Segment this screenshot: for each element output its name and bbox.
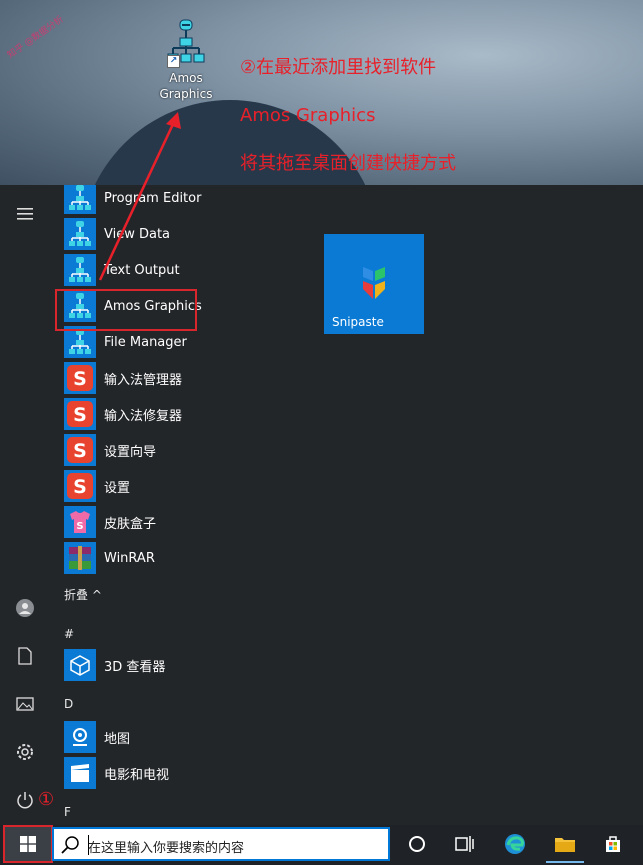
app-item[interactable]: S 输入法管理器 xyxy=(64,361,294,395)
cortana-icon[interactable] xyxy=(404,831,430,857)
app-item[interactable]: Program Editor xyxy=(64,185,294,215)
app-label: View Data xyxy=(104,226,171,242)
app-item[interactable]: View Data xyxy=(64,217,294,251)
sogou-icon: S xyxy=(64,362,96,394)
svg-text:S: S xyxy=(73,368,87,390)
tile-snipaste[interactable]: Snipaste xyxy=(324,234,424,334)
amos-tree-icon xyxy=(64,185,96,214)
app-item-3d-viewer[interactable]: 3D 查看器 xyxy=(64,648,294,682)
app-label: WinRAR xyxy=(104,550,155,566)
sogou-icon: S xyxy=(64,398,96,430)
edge-browser-icon[interactable] xyxy=(502,831,528,857)
winrar-icon xyxy=(64,542,96,574)
app-label: Text Output xyxy=(104,262,180,278)
amos-tree-icon: ↗ xyxy=(163,18,209,70)
desktop-background: 知乎 @数据分析 ↗ Amos Graphics ②在最近添加里找到软件 Amo… xyxy=(0,0,643,185)
microsoft-store-icon[interactable] xyxy=(600,831,626,857)
app-label: File Manager xyxy=(104,334,187,350)
instruction-annotation: ②在最近添加里找到软件 Amos Graphics 将其拖至桌面创建快捷方式 xyxy=(240,32,456,185)
collapse-button[interactable]: 折叠 ^ xyxy=(64,586,102,603)
cube-3d-icon xyxy=(64,649,96,681)
watermark: 知乎 @数据分析 xyxy=(5,14,66,61)
app-item[interactable]: WinRAR xyxy=(64,541,294,575)
section-header-f[interactable]: F xyxy=(64,805,71,819)
search-icon xyxy=(61,836,79,854)
amos-tree-icon xyxy=(64,218,96,250)
app-label: Program Editor xyxy=(104,190,202,206)
amos-graphics-highlight-box xyxy=(55,289,197,331)
start-menu: ① 折叠 ^ # 3D 查看器 D 地图 电影和电视 F Program Edi… xyxy=(0,185,643,825)
app-label: 地图 xyxy=(104,731,131,747)
hamburger-menu-icon[interactable] xyxy=(10,199,40,229)
clapperboard-icon xyxy=(64,757,96,789)
annotation-line-1: ②在最近添加里找到软件 xyxy=(240,57,437,78)
desktop-icon-label-2: Graphics xyxy=(159,87,213,101)
pictures-icon[interactable] xyxy=(10,689,40,719)
start-button[interactable] xyxy=(3,825,53,863)
app-label: 设置向导 xyxy=(104,444,157,460)
sogou-icon: S xyxy=(64,434,96,466)
shortcut-arrow-icon: ↗ xyxy=(167,55,180,68)
app-item[interactable]: S 设置向导 xyxy=(64,433,294,467)
app-label: 设置 xyxy=(104,480,131,496)
amos-tree-icon xyxy=(64,254,96,286)
app-item[interactable]: Text Output xyxy=(64,253,294,287)
annotation-line-2: Amos Graphics xyxy=(240,105,376,126)
sogou-icon: S xyxy=(64,470,96,502)
app-item[interactable]: S 设置 xyxy=(64,469,294,503)
section-header-d[interactable]: D xyxy=(64,697,73,711)
settings-gear-icon[interactable] xyxy=(10,737,40,767)
app-item[interactable]: S 输入法修复器 xyxy=(64,397,294,431)
windows-logo-icon xyxy=(20,836,36,852)
section-header-hash[interactable]: # xyxy=(64,627,74,641)
taskbar-search-box[interactable]: 在这里输入你要搜索的内容 xyxy=(52,827,390,861)
app-label: 输入法修复器 xyxy=(104,408,183,424)
maps-camera-icon xyxy=(64,721,96,753)
task-view-icon[interactable] xyxy=(452,831,478,857)
power-icon[interactable] xyxy=(10,785,40,815)
documents-icon[interactable] xyxy=(10,641,40,671)
taskbar: 在这里输入你要搜索的内容 xyxy=(0,825,643,865)
desktop-shortcut-amos-graphics[interactable]: ↗ Amos Graphics xyxy=(158,18,214,102)
app-item[interactable]: S 皮肤盒子 xyxy=(64,505,294,539)
user-account-icon[interactable] xyxy=(10,593,40,623)
svg-text:S: S xyxy=(76,521,83,532)
app-label: 电影和电视 xyxy=(104,767,170,783)
file-explorer-icon[interactable] xyxy=(546,831,584,863)
desktop-icon-label-1: Amos xyxy=(169,71,203,85)
svg-text:S: S xyxy=(73,440,87,462)
snipaste-logo-icon xyxy=(363,267,385,299)
tile-label: Snipaste xyxy=(332,315,384,329)
app-item-maps[interactable]: 地图 xyxy=(64,720,294,754)
app-label: 3D 查看器 xyxy=(104,659,166,675)
app-item-movies-tv[interactable]: 电影和电视 xyxy=(64,756,294,790)
svg-text:S: S xyxy=(73,476,87,498)
annotation-line-3: 将其拖至桌面创建快捷方式 xyxy=(240,153,456,174)
start-menu-rail: ① xyxy=(0,185,54,825)
search-placeholder: 在这里输入你要搜索的内容 xyxy=(88,841,245,856)
skin-box-icon: S xyxy=(64,506,96,538)
app-label: 输入法管理器 xyxy=(104,372,183,388)
app-label: 皮肤盒子 xyxy=(104,516,157,532)
app-list: 折叠 ^ # 3D 查看器 D 地图 电影和电视 F Program Edito… xyxy=(50,185,300,825)
svg-text:S: S xyxy=(73,404,87,426)
